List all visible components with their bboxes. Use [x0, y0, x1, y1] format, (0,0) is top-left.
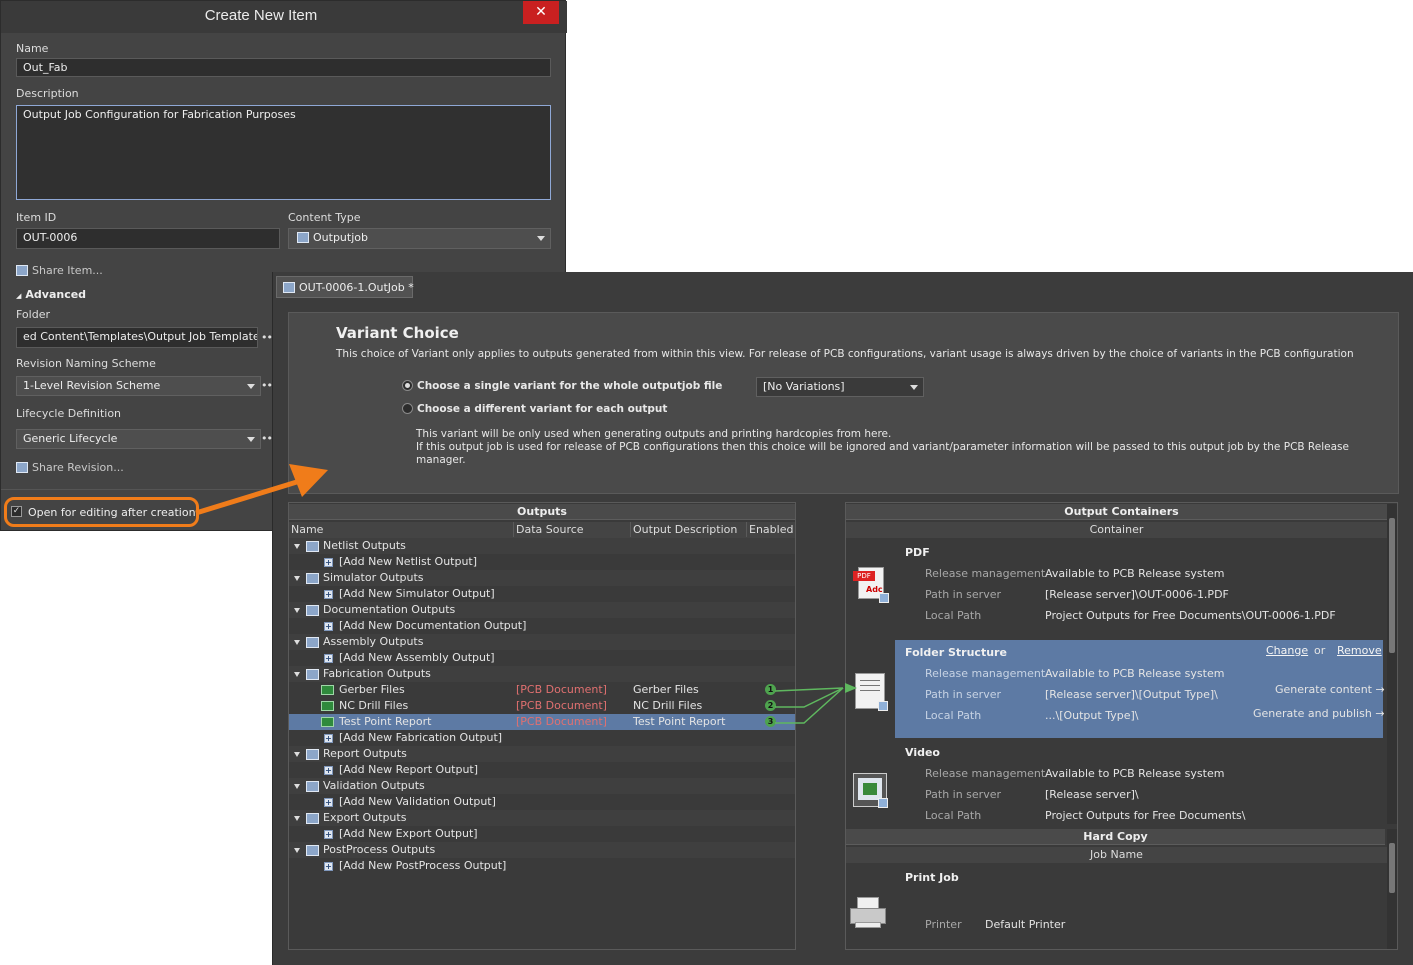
connector-1: [774, 687, 844, 692]
green-arrow-head: [845, 683, 857, 693]
orange-arrow-line: [195, 478, 301, 516]
green-connectors: [774, 687, 844, 724]
annotation-overlay: [195, 464, 857, 724]
